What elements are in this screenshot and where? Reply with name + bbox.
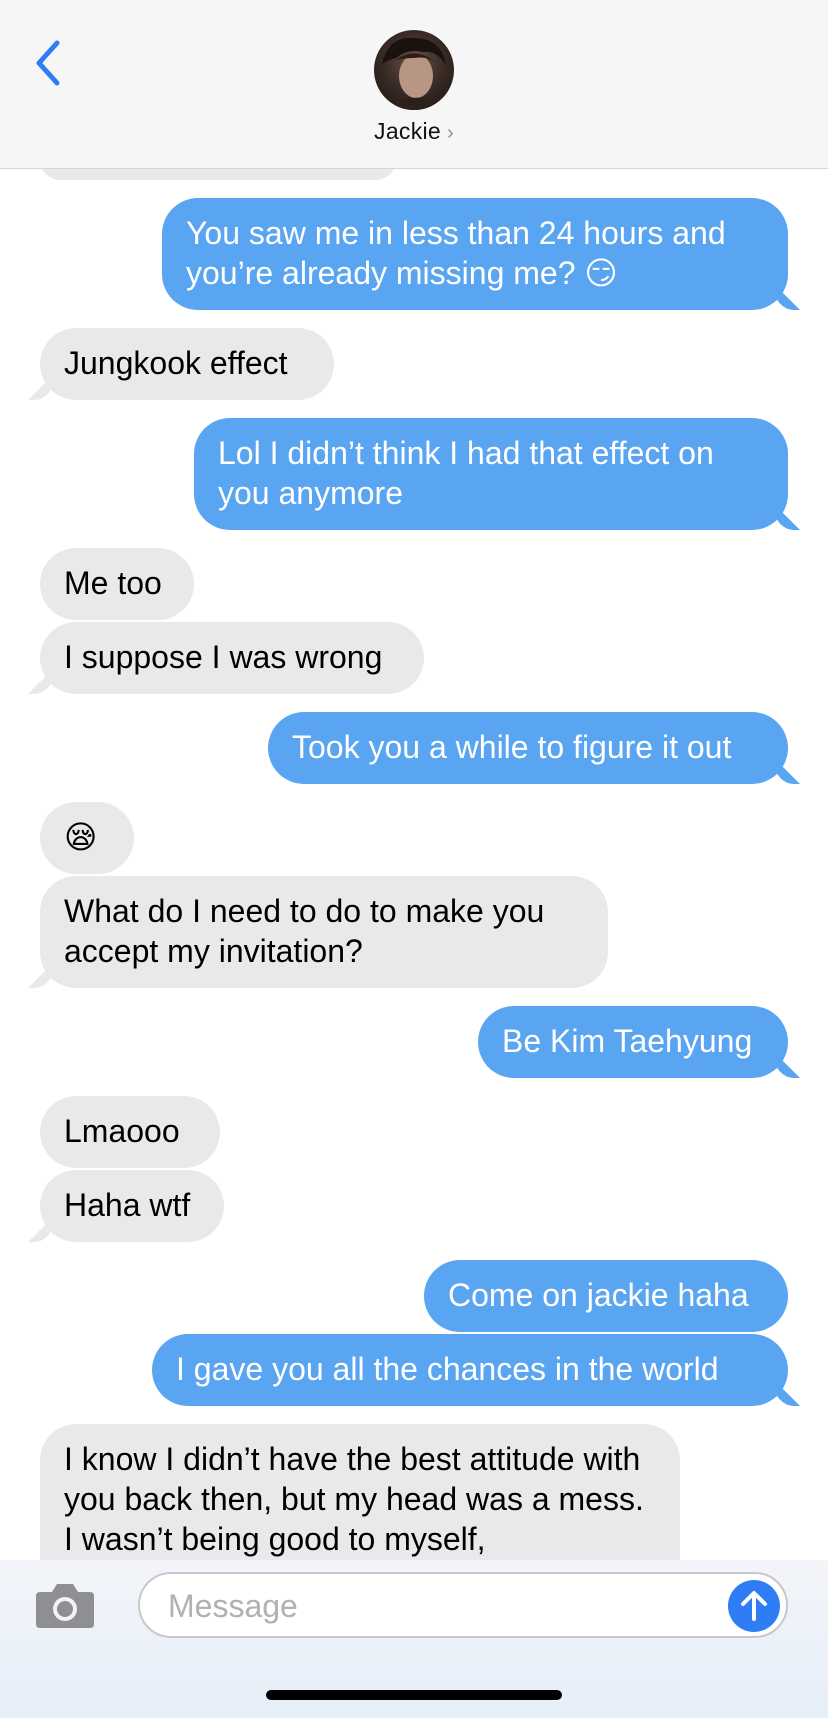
message-bubble-incoming[interactable]: Haha wtf [40, 1170, 224, 1242]
message-bubble-outgoing[interactable]: You saw me in less than 24 hours and you… [162, 198, 788, 310]
message-bubble-incoming[interactable]: Lmaooo [40, 1096, 220, 1168]
contact-name: Jackie [374, 118, 442, 144]
message-bubble-outgoing[interactable]: Took you a while to figure it out [268, 712, 788, 784]
message-bubble-outgoing[interactable]: Come on jackie haha [424, 1260, 788, 1332]
send-button[interactable] [728, 1580, 780, 1632]
message-bubble-outgoing[interactable]: Lol I didn’t think I had that effect on … [194, 418, 788, 530]
back-button[interactable] [28, 36, 68, 90]
send-arrow-icon [741, 1591, 767, 1621]
camera-button[interactable] [34, 1580, 96, 1630]
message-field[interactable] [138, 1572, 788, 1638]
message-bubble-incoming[interactable]: Jungkook effect [40, 328, 334, 400]
back-chevron-icon[interactable] [33, 38, 63, 88]
conversation-header: Jackie › [0, 0, 828, 169]
message-bubble-outgoing[interactable]: Be Kim Taehyung [478, 1006, 788, 1078]
chevron-right-icon: › [447, 122, 454, 144]
message-thread[interactable]: You saw me in less than 24 hours and you… [0, 0, 828, 1560]
message-input[interactable] [166, 1584, 710, 1628]
message-bubble-incoming[interactable]: I know I didn’t have the best attitude w… [40, 1424, 680, 1560]
camera-icon [36, 1584, 94, 1628]
message-bubble-incoming[interactable]: I suppose I was wrong [40, 622, 424, 694]
home-indicator[interactable] [266, 1690, 562, 1700]
message-bubble-incoming[interactable]: What do I need to do to make you accept … [40, 876, 608, 988]
contact-name-button[interactable]: Jackie › [0, 118, 828, 145]
message-bubble-incoming[interactable]: Me too [40, 548, 194, 620]
message-bubble-emoji[interactable]: 😪 [40, 802, 134, 874]
message-bubble-outgoing[interactable]: I gave you all the chances in the world [152, 1334, 788, 1406]
contact-avatar[interactable] [374, 30, 454, 110]
